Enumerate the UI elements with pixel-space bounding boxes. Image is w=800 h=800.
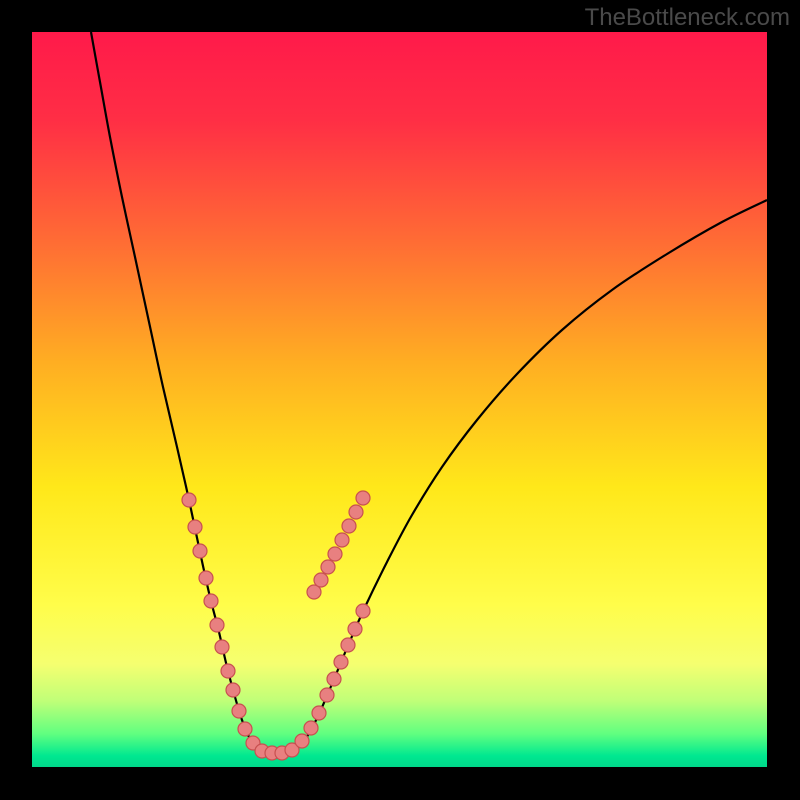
scatter-dot [314, 573, 328, 587]
scatter-dot [204, 594, 218, 608]
scatter-dot [356, 491, 370, 505]
scatter-dot [238, 722, 252, 736]
scatter-dot [349, 505, 363, 519]
scatter-dot [348, 622, 362, 636]
left-curve-path [91, 32, 277, 753]
scatter-dot [321, 560, 335, 574]
scatter-dot [210, 618, 224, 632]
scatter-dot [188, 520, 202, 534]
scatter-dot [356, 604, 370, 618]
scatter-dot [215, 640, 229, 654]
scatter-dot [335, 533, 349, 547]
scatter-dot [312, 706, 326, 720]
scatter-dot [328, 547, 342, 561]
chart-frame: TheBottleneck.com [0, 0, 800, 800]
scatter-dots [182, 491, 370, 760]
scatter-dot [199, 571, 213, 585]
scatter-dot [182, 493, 196, 507]
watermark-text: TheBottleneck.com [585, 4, 790, 32]
plot-area [32, 32, 767, 767]
curve-layer [32, 32, 767, 767]
scatter-dot [232, 704, 246, 718]
scatter-dot [320, 688, 334, 702]
scatter-dot [327, 672, 341, 686]
scatter-dot [193, 544, 207, 558]
scatter-dot [221, 664, 235, 678]
scatter-dot [295, 734, 309, 748]
scatter-dot [334, 655, 348, 669]
scatter-dot [341, 638, 355, 652]
scatter-dot [304, 721, 318, 735]
scatter-dot [226, 683, 240, 697]
right-curve-path [277, 200, 767, 753]
scatter-dot [342, 519, 356, 533]
